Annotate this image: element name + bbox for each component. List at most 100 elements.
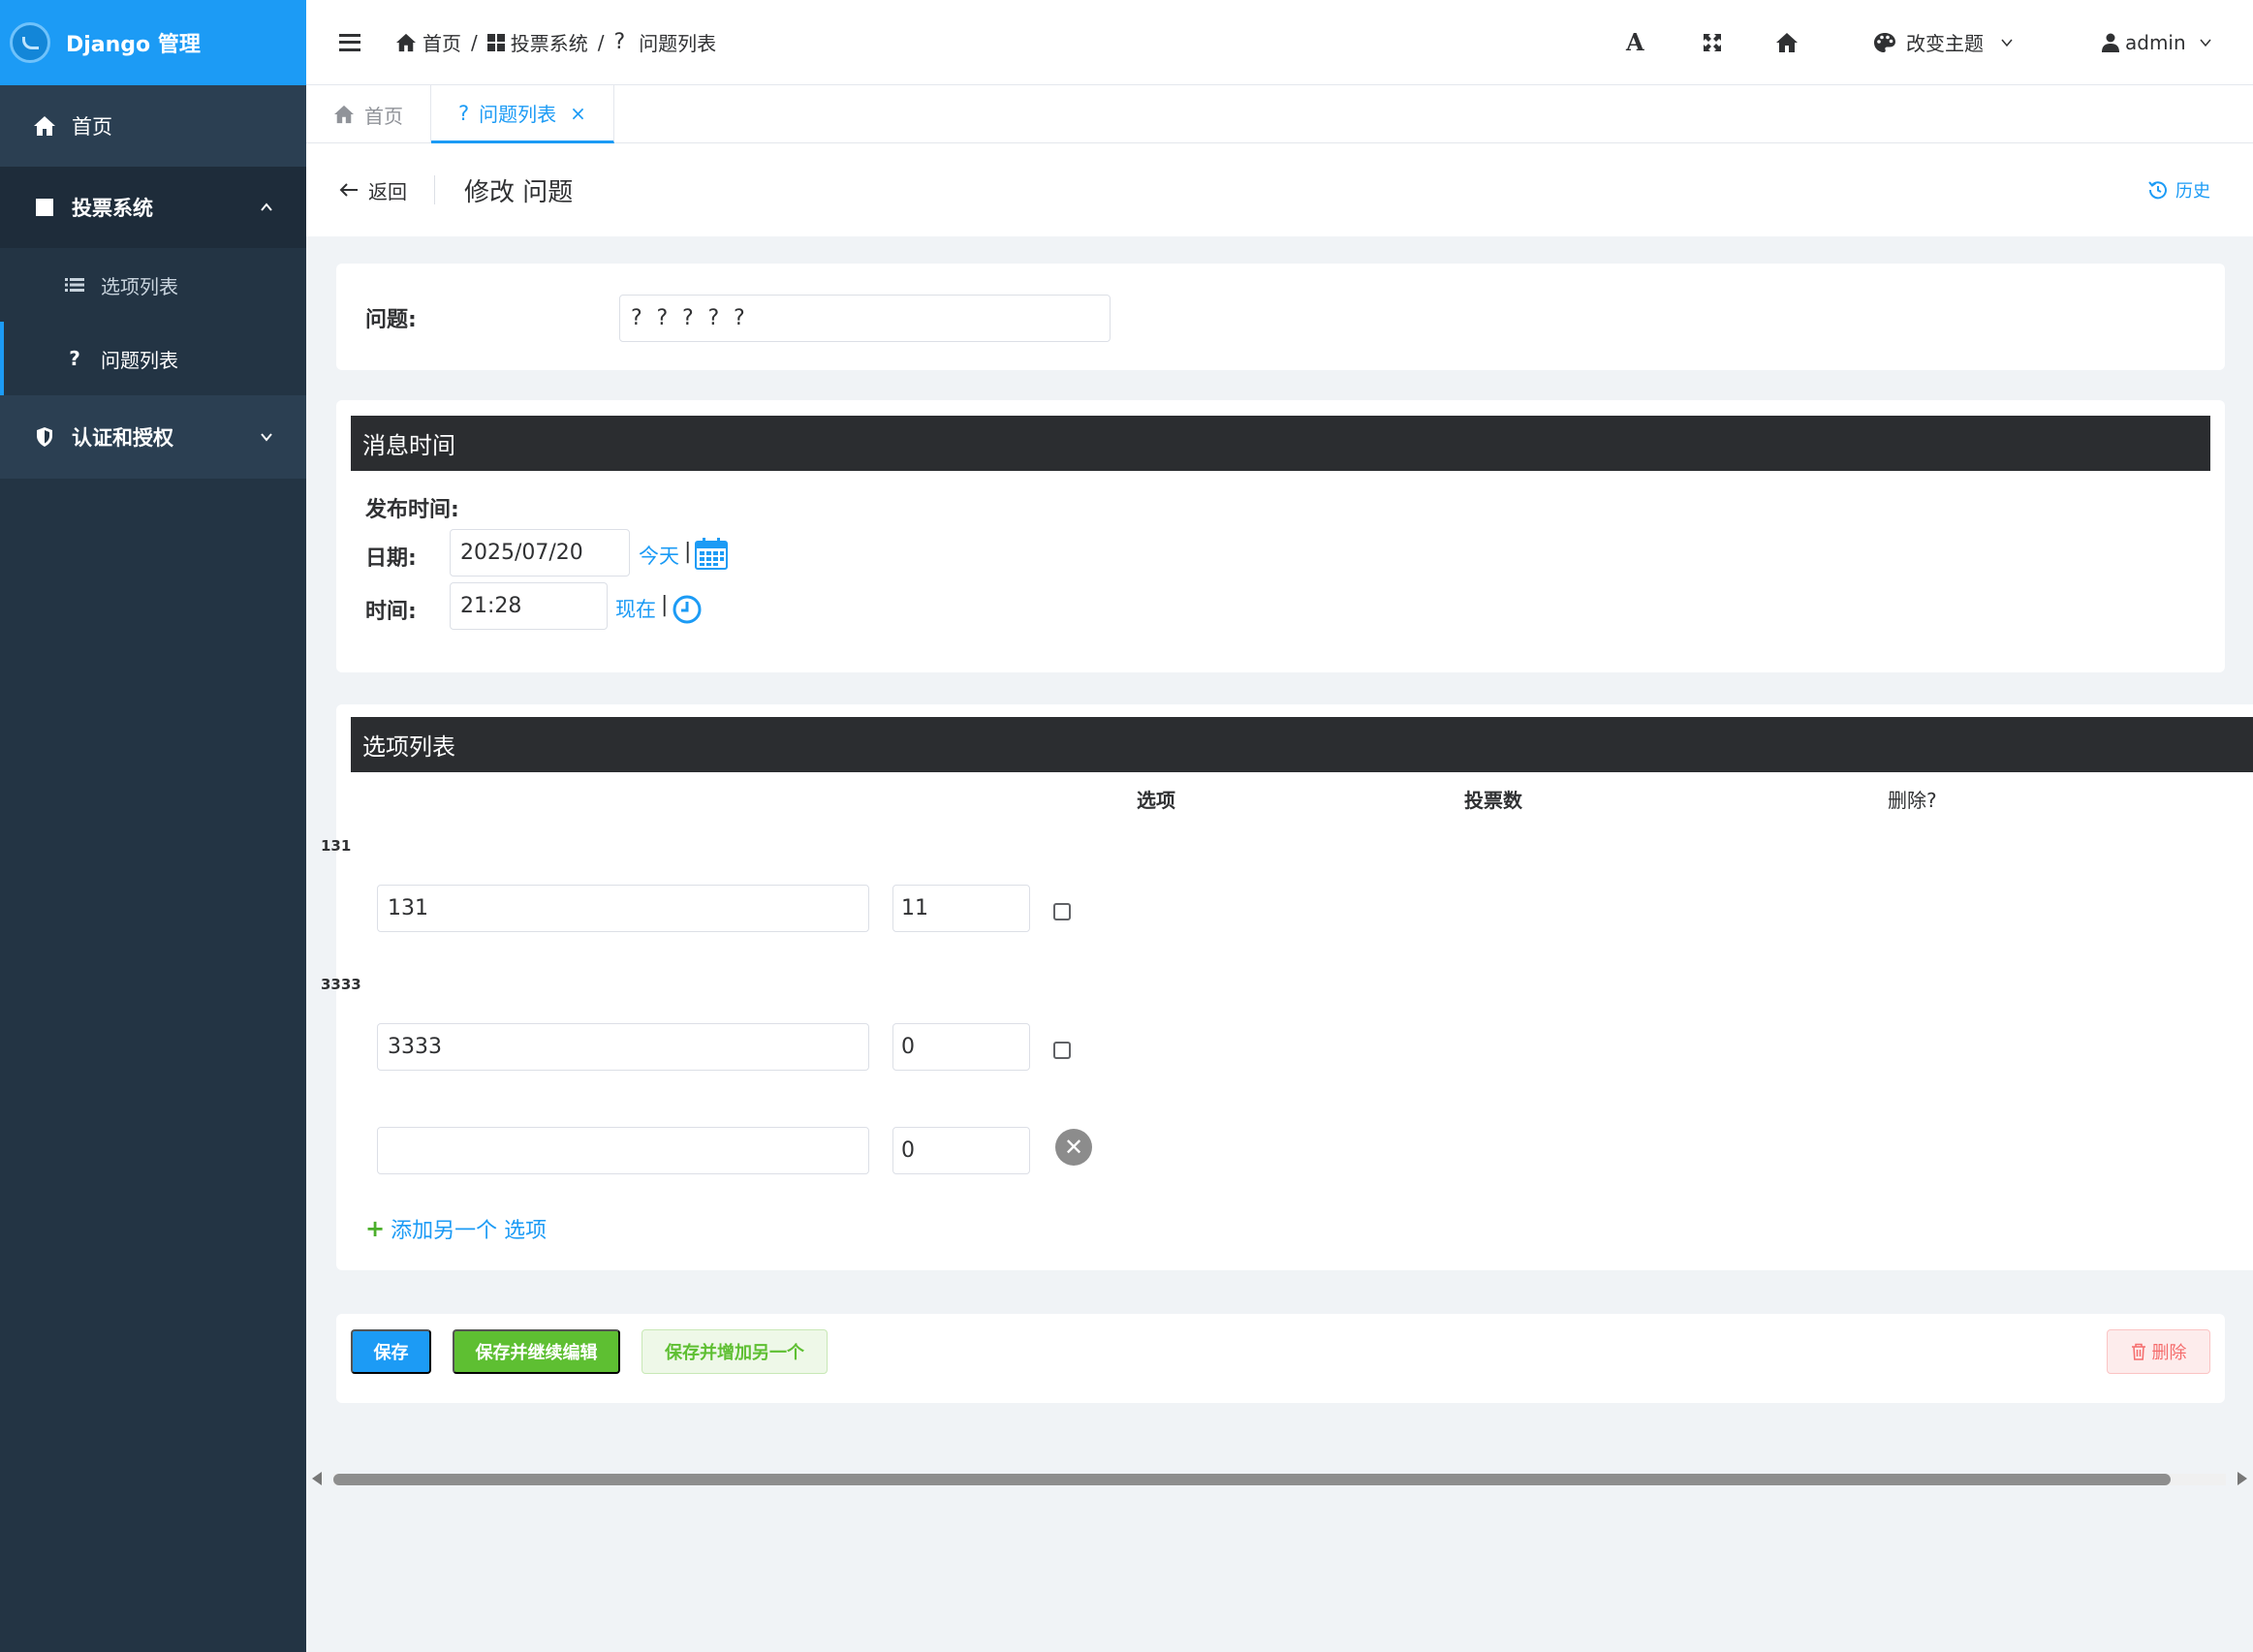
separator: | (684, 540, 692, 564)
horizontal-scrollbar[interactable] (306, 1466, 2253, 1491)
choice-text-input[interactable] (377, 885, 869, 932)
column-header-choice: 选项 (1137, 789, 1175, 812)
section-title: 消息时间 (351, 416, 2210, 471)
menu-toggle-icon[interactable] (339, 33, 360, 51)
calendar-icon[interactable] (695, 537, 728, 574)
date-input[interactable] (450, 529, 630, 577)
sidebar-group-label: 投票系统 (72, 197, 153, 220)
question-input[interactable] (619, 295, 1111, 342)
add-another-choice-link[interactable]: + 添加另一个 选项 (365, 1213, 547, 1244)
tab-home[interactable]: 首页 (306, 85, 431, 143)
remove-row-icon[interactable]: ✕ (1055, 1129, 1092, 1166)
submit-row: 保存 保存并继续编辑 保存并增加另一个 删除 (336, 1314, 2225, 1403)
column-header-votes: 投票数 (1464, 789, 1522, 812)
site-home-icon[interactable] (1774, 32, 1799, 53)
grid-icon (486, 33, 505, 51)
breadcrumb: 首页 / 投票系统 / ? 问题列表 (395, 28, 716, 56)
close-icon[interactable]: × (570, 102, 586, 125)
breadcrumb-separator: / (471, 30, 478, 54)
chevron-down-icon (2200, 39, 2211, 47)
back-button[interactable]: 返回 (339, 175, 435, 204)
scroll-left-arrow-icon[interactable] (312, 1472, 322, 1485)
question-label: 问题: (365, 308, 417, 332)
page-header: 返回 修改 问题 历史 (306, 143, 2253, 236)
font-size-icon[interactable]: A (1626, 28, 1644, 56)
user-icon (2102, 33, 2119, 52)
votes-input[interactable] (892, 1127, 1030, 1174)
votes-input[interactable] (892, 1023, 1030, 1071)
sidebar-group-auth[interactable]: 认证和授权 (0, 395, 306, 479)
theme-label: 改变主题 (1906, 32, 1984, 55)
square-icon (33, 196, 56, 219)
list-icon (64, 277, 85, 293)
user-name: admin (2125, 30, 2186, 54)
breadcrumb-separator: / (597, 30, 605, 54)
sidebar-item-questions[interactable]: ? 问题列表 (0, 322, 306, 395)
chevron-down-icon (2001, 39, 2013, 47)
choice-text-input[interactable] (377, 1127, 869, 1174)
tab-questions[interactable]: ? 问题列表 × (431, 85, 614, 143)
palette-icon (1874, 32, 1895, 52)
section-title: 选项列表 (351, 717, 2253, 772)
pub-date-card: 消息时间 发布时间: 日期: 今天 | 时间: 现在 | (336, 400, 2225, 672)
shield-icon (33, 425, 56, 449)
choices-inline-card: 选项列表 选项 投票数 删除? 131 3333 ✕ + 添加另一个 选项 (321, 704, 2253, 1270)
delete-checkbox[interactable] (1053, 1042, 1071, 1059)
scroll-right-arrow-icon[interactable] (2237, 1472, 2247, 1485)
sidebar-item-label: 首页 (72, 115, 112, 139)
top-header: 首页 / 投票系统 / ? 问题列表 A 改变主题 admin (306, 0, 2253, 85)
add-link-label: 添加另一个 选项 (391, 1219, 548, 1243)
question-icon: ? (613, 30, 626, 54)
tab-label: 首页 (364, 104, 403, 128)
save-continue-button[interactable]: 保存并继续编辑 (453, 1329, 620, 1374)
question-icon: ? (458, 101, 470, 125)
sidebar-item-label: 选项列表 (101, 274, 178, 298)
home-icon (395, 33, 417, 52)
breadcrumb-polls[interactable]: 投票系统 (511, 28, 588, 56)
sidebar-item-choices[interactable]: 选项列表 (0, 248, 306, 322)
fullscreen-icon[interactable] (1703, 33, 1722, 52)
time-label: 时间: (365, 600, 417, 624)
clock-icon[interactable] (672, 594, 703, 629)
choice-text-input[interactable] (377, 1023, 869, 1071)
home-icon (333, 105, 355, 124)
delete-label: 删除 (2151, 1343, 2187, 1363)
history-icon (2148, 181, 2167, 200)
time-input[interactable] (450, 582, 608, 630)
sidebar-item-home[interactable]: 首页 (0, 85, 306, 167)
arrow-left-icon (339, 182, 359, 198)
theme-menu[interactable]: 改变主题 (1873, 28, 2013, 56)
sidebar-group-polls[interactable]: 投票系统 (0, 167, 306, 248)
date-label: 日期: (365, 546, 417, 571)
votes-input[interactable] (892, 885, 1030, 932)
question-card: 问题: (336, 264, 2225, 370)
delete-button[interactable]: 删除 (2107, 1329, 2210, 1374)
brand[interactable]: Django 管理 (0, 0, 306, 85)
home-icon (33, 114, 56, 138)
column-header-delete: 删除? (1888, 789, 1937, 812)
sidebar-item-label: 问题列表 (101, 348, 178, 372)
trash-icon (2131, 1343, 2145, 1360)
chevron-down-icon (261, 433, 272, 442)
django-logo-icon (10, 22, 50, 63)
pub-date-label: 发布时间: (365, 498, 459, 522)
separator: | (661, 593, 669, 617)
scroll-thumb[interactable] (333, 1474, 2171, 1485)
today-link[interactable]: 今天 (639, 541, 679, 570)
page-title: 修改 问题 (464, 177, 574, 207)
breadcrumb-home[interactable]: 首页 (422, 28, 461, 56)
history-label: 历史 (2175, 181, 2210, 202)
now-link[interactable]: 现在 (615, 594, 656, 623)
save-button[interactable]: 保存 (351, 1329, 431, 1374)
chevron-up-icon (261, 203, 272, 211)
save-add-another-button[interactable]: 保存并增加另一个 (641, 1329, 828, 1374)
row-caption: 131 (321, 837, 352, 855)
sidebar: Django 管理 首页 投票系统 选项列表 ? 问题列表 认证和授权 (0, 0, 306, 1652)
back-label: 返回 (368, 179, 407, 203)
user-menu[interactable]: admin (2102, 31, 2211, 54)
history-button[interactable]: 历史 (2148, 177, 2210, 203)
submenu: 选项列表 ? 问题列表 (0, 248, 306, 395)
row-caption: 3333 (321, 976, 361, 993)
delete-checkbox[interactable] (1053, 903, 1071, 920)
tab-bar: 首页 ? 问题列表 × (306, 85, 2253, 143)
